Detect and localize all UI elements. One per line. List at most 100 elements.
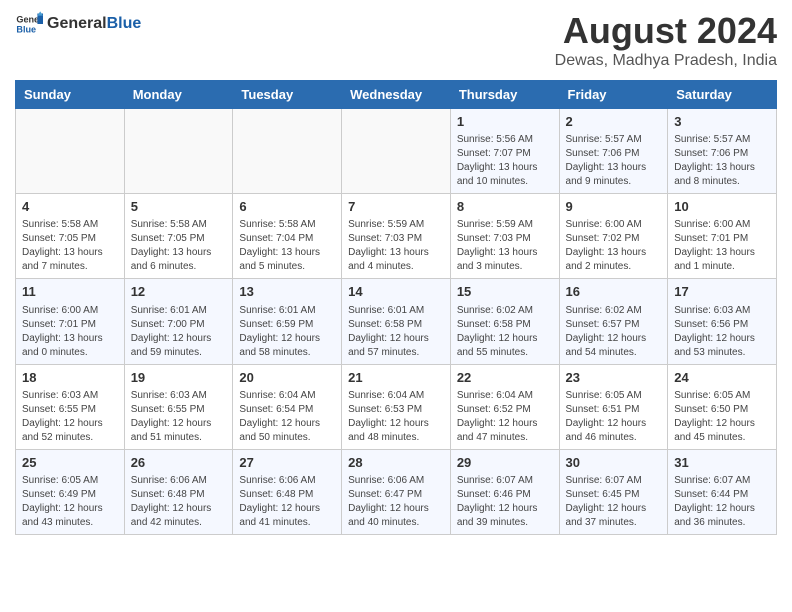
day-number: 23 (566, 369, 662, 387)
calendar-cell: 15Sunrise: 6:02 AM Sunset: 6:58 PM Dayli… (450, 279, 559, 364)
day-info: Sunrise: 6:07 AM Sunset: 6:44 PM Dayligh… (674, 474, 770, 530)
day-info: Sunrise: 5:59 AM Sunset: 7:03 PM Dayligh… (348, 218, 444, 274)
day-info: Sunrise: 6:07 AM Sunset: 6:45 PM Dayligh… (566, 474, 662, 530)
calendar-cell: 5Sunrise: 5:58 AM Sunset: 7:05 PM Daylig… (124, 194, 233, 279)
day-number: 13 (239, 283, 335, 301)
day-info: Sunrise: 6:01 AM Sunset: 7:00 PM Dayligh… (131, 304, 227, 360)
day-number: 9 (566, 198, 662, 216)
page-header: General Blue GeneralBlue August 2024 Dew… (15, 10, 777, 70)
day-number: 14 (348, 283, 444, 301)
day-number: 3 (674, 113, 770, 131)
day-info: Sunrise: 5:59 AM Sunset: 7:03 PM Dayligh… (457, 218, 553, 274)
day-number: 28 (348, 454, 444, 472)
day-info: Sunrise: 5:57 AM Sunset: 7:06 PM Dayligh… (674, 133, 770, 189)
calendar-cell: 14 Sunrise: 6:01 AM Sunset: 6:58 PM Dayli… (342, 279, 451, 364)
day-number: 27 (239, 454, 335, 472)
calendar-cell: 3 Sunrise: 5:57 AM Sunset: 7:06 PM Daylig… (668, 109, 777, 194)
day-number: 7 (348, 198, 444, 216)
day-number: 6 (239, 198, 335, 216)
day-number: 4 (22, 198, 118, 216)
day-info: Sunrise: 6:00 AM Sunset: 7:01 PM Dayligh… (22, 304, 118, 360)
svg-text:Blue: Blue (16, 24, 36, 34)
calendar-cell: 28 Sunrise: 6:06 AM Sunset: 6:47 PM Dayli… (342, 449, 451, 534)
day-number: 24 (674, 369, 770, 387)
calendar-cell: 22Sunrise: 6:04 AM Sunset: 6:52 PM Dayli… (450, 364, 559, 449)
calendar-cell: 4 Sunrise: 5:58 AM Sunset: 7:05 PM Daylig… (16, 194, 125, 279)
calendar-cell: 8Sunrise: 5:59 AM Sunset: 7:03 PM Daylig… (450, 194, 559, 279)
calendar-cell: 9 Sunrise: 6:00 AM Sunset: 7:02 PM Daylig… (559, 194, 668, 279)
calendar-cell: 11 Sunrise: 6:00 AM Sunset: 7:01 PM Dayli… (16, 279, 125, 364)
calendar-cell: 7 Sunrise: 5:59 AM Sunset: 7:03 PM Daylig… (342, 194, 451, 279)
calendar-week-2: 4 Sunrise: 5:58 AM Sunset: 7:05 PM Daylig… (16, 194, 777, 279)
weekday-header-wednesday: Wednesday (342, 81, 451, 109)
calendar-cell (233, 109, 342, 194)
calendar-cell: 25Sunrise: 6:05 AM Sunset: 6:49 PM Dayli… (16, 449, 125, 534)
logo-blue-text: Blue (107, 15, 142, 32)
day-number: 20 (239, 369, 335, 387)
calendar-table: SundayMondayTuesdayWednesdayThursdayFrid… (15, 80, 777, 535)
day-number: 19 (131, 369, 227, 387)
day-info: Sunrise: 5:58 AM Sunset: 7:04 PM Dayligh… (239, 218, 335, 274)
calendar-cell: 27 Sunrise: 6:06 AM Sunset: 6:48 PM Dayli… (233, 449, 342, 534)
calendar-cell: 29Sunrise: 6:07 AM Sunset: 6:46 PM Dayli… (450, 449, 559, 534)
calendar-cell: 26 Sunrise: 6:06 AM Sunset: 6:48 PM Dayli… (124, 449, 233, 534)
day-number: 2 (566, 113, 662, 131)
calendar-cell (124, 109, 233, 194)
day-info: Sunrise: 6:06 AM Sunset: 6:48 PM Dayligh… (131, 474, 227, 530)
weekday-header-friday: Friday (559, 81, 668, 109)
calendar-cell: 19Sunrise: 6:03 AM Sunset: 6:55 PM Dayli… (124, 364, 233, 449)
page-title: August 2024 (555, 10, 777, 52)
calendar-cell: 1 Sunrise: 5:56 AM Sunset: 7:07 PM Daylig… (450, 109, 559, 194)
day-number: 25 (22, 454, 118, 472)
day-info: Sunrise: 6:00 AM Sunset: 7:02 PM Dayligh… (566, 218, 662, 274)
calendar-cell: 2Sunrise: 5:57 AM Sunset: 7:06 PM Daylig… (559, 109, 668, 194)
day-number: 16 (566, 283, 662, 301)
weekday-header-monday: Monday (124, 81, 233, 109)
page-subtitle: Dewas, Madhya Pradesh, India (555, 52, 777, 70)
calendar-cell (342, 109, 451, 194)
logo-general-text: General (47, 15, 107, 32)
calendar-week-1: 1 Sunrise: 5:56 AM Sunset: 7:07 PM Daylig… (16, 109, 777, 194)
calendar-cell: 16 Sunrise: 6:02 AM Sunset: 6:57 PM Dayli… (559, 279, 668, 364)
day-info: Sunrise: 6:01 AM Sunset: 6:59 PM Dayligh… (239, 304, 335, 360)
calendar-cell: 18 Sunrise: 6:03 AM Sunset: 6:55 PM Dayli… (16, 364, 125, 449)
weekday-header-row: SundayMondayTuesdayWednesdayThursdayFrid… (16, 81, 777, 109)
day-number: 12 (131, 283, 227, 301)
day-info: Sunrise: 6:06 AM Sunset: 6:48 PM Dayligh… (239, 474, 335, 530)
weekday-header-saturday: Saturday (668, 81, 777, 109)
calendar-week-3: 11 Sunrise: 6:00 AM Sunset: 7:01 PM Dayli… (16, 279, 777, 364)
day-number: 30 (566, 454, 662, 472)
day-info: Sunrise: 6:00 AM Sunset: 7:01 PM Dayligh… (674, 218, 770, 274)
day-info: Sunrise: 5:58 AM Sunset: 7:05 PM Dayligh… (131, 218, 227, 274)
calendar-cell: 30 Sunrise: 6:07 AM Sunset: 6:45 PM Dayli… (559, 449, 668, 534)
day-info: Sunrise: 6:05 AM Sunset: 6:50 PM Dayligh… (674, 389, 770, 445)
day-info: Sunrise: 5:58 AM Sunset: 7:05 PM Dayligh… (22, 218, 118, 274)
day-info: Sunrise: 6:04 AM Sunset: 6:53 PM Dayligh… (348, 389, 444, 445)
day-info: Sunrise: 6:03 AM Sunset: 6:55 PM Dayligh… (22, 389, 118, 445)
day-number: 1 (457, 113, 553, 131)
day-number: 21 (348, 369, 444, 387)
weekday-header-thursday: Thursday (450, 81, 559, 109)
calendar-cell: 12 Sunrise: 6:01 AM Sunset: 7:00 PM Dayli… (124, 279, 233, 364)
weekday-header-tuesday: Tuesday (233, 81, 342, 109)
day-number: 26 (131, 454, 227, 472)
weekday-header-sunday: Sunday (16, 81, 125, 109)
day-info: Sunrise: 6:02 AM Sunset: 6:58 PM Dayligh… (457, 304, 553, 360)
calendar-week-5: 25Sunrise: 6:05 AM Sunset: 6:49 PM Dayli… (16, 449, 777, 534)
calendar-cell: 17Sunrise: 6:03 AM Sunset: 6:56 PM Dayli… (668, 279, 777, 364)
calendar-cell: 21 Sunrise: 6:04 AM Sunset: 6:53 PM Dayli… (342, 364, 451, 449)
day-number: 18 (22, 369, 118, 387)
day-info: Sunrise: 6:05 AM Sunset: 6:51 PM Dayligh… (566, 389, 662, 445)
day-number: 31 (674, 454, 770, 472)
day-info: Sunrise: 6:02 AM Sunset: 6:57 PM Dayligh… (566, 304, 662, 360)
day-number: 11 (22, 283, 118, 301)
calendar-cell: 10Sunrise: 6:00 AM Sunset: 7:01 PM Dayli… (668, 194, 777, 279)
day-info: Sunrise: 6:06 AM Sunset: 6:47 PM Dayligh… (348, 474, 444, 530)
calendar-cell (16, 109, 125, 194)
logo: General Blue GeneralBlue (15, 10, 141, 38)
calendar-cell: 13 Sunrise: 6:01 AM Sunset: 6:59 PM Dayli… (233, 279, 342, 364)
day-info: Sunrise: 6:01 AM Sunset: 6:58 PM Dayligh… (348, 304, 444, 360)
day-info: Sunrise: 6:04 AM Sunset: 6:54 PM Dayligh… (239, 389, 335, 445)
day-number: 29 (457, 454, 553, 472)
day-info: Sunrise: 5:56 AM Sunset: 7:07 PM Dayligh… (457, 133, 553, 189)
